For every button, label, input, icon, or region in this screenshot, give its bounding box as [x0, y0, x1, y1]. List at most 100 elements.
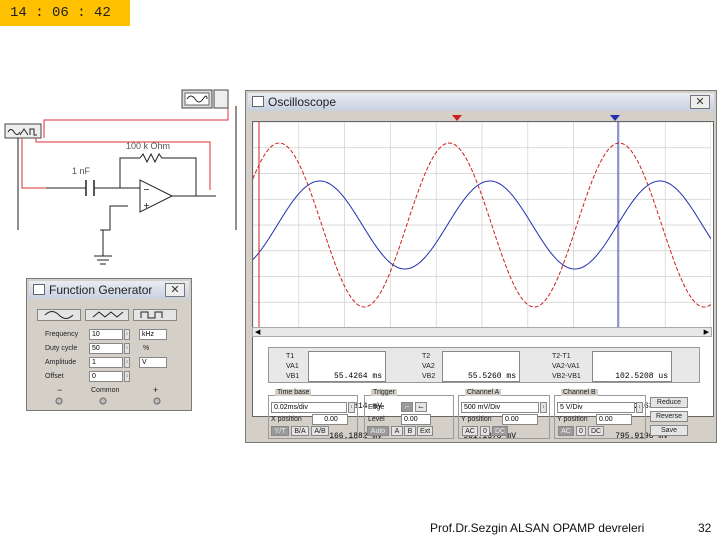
triangle-wave-button[interactable]: [85, 309, 129, 321]
frequency-input[interactable]: 10: [89, 329, 123, 340]
offset-stepper[interactable]: ↕: [124, 371, 130, 382]
t2-value: 55.5260 ms: [467, 372, 516, 381]
timebase-xpos-label: X position: [271, 416, 302, 423]
trigger-level-input[interactable]: 0.00: [401, 414, 431, 425]
frequency-label: Frequency: [45, 331, 79, 338]
t1-value: 55.4264 ms: [333, 372, 382, 381]
mode-ba-button[interactable]: B/A: [291, 426, 309, 436]
channel-b-scale-input[interactable]: 5 V/Div: [557, 402, 635, 413]
readout-values-3: 102.5208 us 1.2163 mV 795.9196 mV: [592, 351, 672, 441]
readout-label: T2-T1: [552, 353, 571, 360]
trigger-b-button[interactable]: B: [404, 426, 416, 436]
timebase-title: Time base: [275, 389, 312, 396]
resistor-label: 100 k Ohm: [126, 141, 170, 151]
function-generator-instrument-icon: [4, 123, 42, 139]
close-button[interactable]: ✕: [165, 283, 185, 297]
function-generator-window: Function Generator ✕ Frequency 10 ↕ kHz …: [26, 278, 192, 411]
channel-b-dc-button[interactable]: DC: [588, 426, 604, 436]
sine-wave-icon: [44, 311, 74, 319]
circuit-schematic: − + 100 k Ohm 1 nF: [4, 89, 237, 265]
readout-values-2: 55.5260 ms 983.7477 mV 961.1378 mV: [442, 351, 520, 441]
readout-label: VB2-VB1: [552, 373, 581, 380]
offset-label: Offset: [45, 373, 64, 380]
amplitude-unit-select[interactable]: V: [139, 357, 167, 368]
slide-page-number: 32: [698, 521, 712, 535]
readout-label: VA2-VA1: [552, 363, 580, 370]
save-button[interactable]: Save: [650, 425, 688, 436]
channel-a-scale-stepper[interactable]: ↕: [540, 402, 547, 413]
channel-b-zero-button[interactable]: 0: [576, 426, 586, 436]
scroll-right-icon[interactable]: ▶: [704, 328, 709, 336]
oscilloscope-titlebar[interactable]: Oscilloscope ✕: [248, 93, 714, 111]
readout-label: VA1: [286, 363, 299, 370]
readout-values-1: 55.4264 ms 932.5814 mV 166.1882 mV: [308, 351, 386, 441]
terminal-connectors: [55, 397, 161, 405]
minus-terminal-label: −: [57, 385, 63, 395]
trigger-edge-label: Edge: [368, 404, 385, 411]
duty-cycle-unit: %: [143, 345, 150, 352]
app-icon: [252, 96, 264, 107]
reverse-button[interactable]: Reverse: [650, 411, 688, 422]
oscilloscope-instrument-icon: [181, 89, 229, 109]
channel-b-scale-stepper[interactable]: ↕: [636, 402, 643, 413]
plus-terminal-label: +: [153, 385, 159, 395]
channel-a-ypos-input[interactable]: 0.00: [502, 414, 538, 425]
svg-text:−: −: [143, 185, 150, 194]
t2-t1-value: 102.5208 us: [615, 372, 668, 381]
readout-label: VB2: [422, 373, 436, 380]
amplitude-input[interactable]: 1: [89, 357, 123, 368]
trigger-title: Trigger: [371, 389, 397, 396]
close-button[interactable]: ✕: [690, 95, 710, 109]
app-icon: [33, 284, 45, 295]
rising-edge-button[interactable]: ⌐: [401, 402, 413, 412]
square-wave-icon: [140, 311, 163, 319]
function-generator-titlebar[interactable]: Function Generator ✕: [29, 281, 189, 299]
frequency-unit-select[interactable]: kHz: [139, 329, 167, 340]
channel-a-title: Channel A: [465, 389, 502, 396]
readout-label: T2: [422, 353, 431, 360]
channel-a-zero-button[interactable]: 0: [480, 426, 490, 436]
channel-a-ypos-label: Y position: [461, 416, 492, 423]
readout-label: VB1: [286, 373, 300, 380]
channel-a-dc-button[interactable]: DC: [492, 426, 508, 436]
capacitor-label: 1 nF: [72, 166, 91, 176]
amplitude-stepper[interactable]: ↕: [124, 357, 130, 368]
square-wave-button[interactable]: [133, 309, 177, 321]
scroll-left-icon[interactable]: ◀: [255, 328, 260, 336]
sine-wave-button[interactable]: [37, 309, 81, 321]
channel-b-title: Channel B: [561, 389, 598, 396]
mode-yt-button[interactable]: Y/T: [271, 426, 289, 436]
timebase-stepper[interactable]: ↕: [348, 402, 355, 413]
oscilloscope-title: Oscilloscope: [268, 95, 337, 109]
duty-cycle-label: Duty cycle: [45, 345, 78, 352]
horizontal-scrollbar[interactable]: ◀ ▶: [252, 327, 712, 337]
duty-cycle-stepper[interactable]: ↕: [124, 343, 130, 354]
channel-b-ypos-label: Y position: [557, 416, 588, 423]
clock-display: 14 : 06 : 42: [0, 0, 130, 26]
svg-text:+: +: [143, 201, 150, 210]
falling-edge-button[interactable]: ⌙: [415, 402, 427, 412]
slide-caption: Prof.Dr.Sezgin ALSAN OPAMP devreleri: [430, 521, 645, 535]
trigger-level-label: Level: [368, 416, 385, 423]
trigger-auto-button[interactable]: Auto: [367, 426, 389, 436]
cursor-markers[interactable]: [446, 113, 626, 123]
channel-b-ypos-input[interactable]: 0.00: [596, 414, 632, 425]
timebase-scale-input[interactable]: 0.02ms/div: [271, 402, 347, 413]
channel-a-scale-input[interactable]: 500 mV/Div: [461, 402, 539, 413]
frequency-stepper[interactable]: ↕: [124, 329, 130, 340]
cursor-2-marker: [610, 115, 620, 121]
mode-ab-button[interactable]: A/B: [311, 426, 329, 436]
triangle-wave-icon: [92, 311, 124, 318]
common-terminal-label: Common: [91, 387, 120, 394]
trigger-ext-button[interactable]: Ext: [417, 426, 433, 436]
trigger-a-button[interactable]: A: [391, 426, 403, 436]
channel-b-ac-button[interactable]: AC: [558, 426, 574, 436]
offset-input[interactable]: 0: [89, 371, 123, 382]
channel-a-ac-button[interactable]: AC: [462, 426, 478, 436]
amplitude-label: Amplitude: [45, 359, 77, 366]
reduce-button[interactable]: Reduce: [650, 397, 688, 408]
duty-cycle-input[interactable]: 50: [89, 343, 123, 354]
oscilloscope-window: Oscilloscope ✕ ◀ ▶ T1 VA1 VB1 55.4264 ms…: [245, 90, 717, 443]
function-generator-title: Function Generator: [49, 283, 153, 297]
timebase-xpos-input[interactable]: 0.00: [312, 414, 348, 425]
